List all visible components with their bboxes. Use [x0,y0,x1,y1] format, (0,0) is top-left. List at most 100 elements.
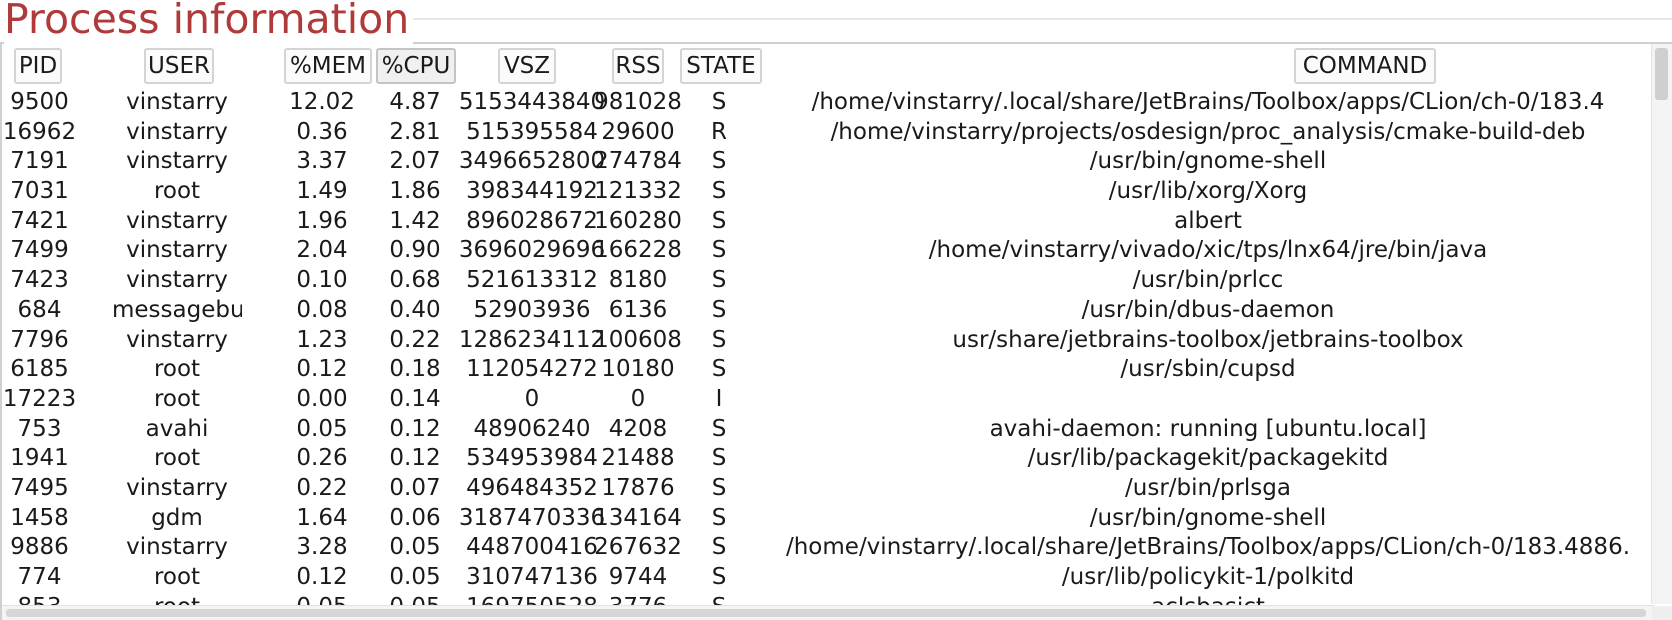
table-row[interactable]: 7495 vinstarry 0.22 0.07 496484352 17876 S/usr… [2,474,1654,504]
cell-mem: 0.05 [296,415,348,442]
cell-user: root [153,356,201,383]
cell-vsz: 496484352 [466,474,598,501]
group-box-title: Process information [4,0,414,44]
scrollbar-corner [1652,606,1672,620]
cell-pid: 7191 [10,148,69,175]
process-table[interactable]: PID USER %MEM %CPU VSZ RSS STATE COMMAND… [0,42,1672,620]
cell-rss: 166228 [594,237,682,264]
cell-cpu: 0.90 [389,237,441,264]
cell-cpu: 0.06 [389,504,441,531]
cell-state: S [711,207,727,234]
cell-rss: 134164 [594,504,682,531]
table-row[interactable]: 9500 vinstarry 12.02 4.87 5153443840 981028 S /… [2,88,1654,118]
cell-mem: 1.49 [296,178,348,205]
column-header-command[interactable]: COMMAND [1294,48,1436,84]
cell-state: I [715,385,723,412]
cell-command: usr/share/jetbrains-toolbox/jetbrains-to… [952,326,1464,353]
table-row[interactable]: 1458 gdm 1.64 0.06 3187470336 134164 S/usr/bin… [2,504,1654,534]
cell-cpu: 0.40 [389,296,441,323]
table-header: PID USER %MEM %CPU VSZ RSS STATE COMMAND [2,44,1654,88]
cell-command: /home/vinstarry/.local/share/JetBrains/T… [785,534,1631,561]
table-row[interactable]: 7423 vinstarry 0.10 0.68 521613312 8180 S/usr/… [2,266,1654,296]
table-row[interactable]: 1941 root 0.26 0.12 534953984 21488 S/usr/lib/… [2,444,1654,474]
cell-cpu: 2.07 [389,148,441,175]
cell-mem: 1.64 [296,504,348,531]
cell-state: S [711,178,727,205]
table-row[interactable]: 7421 vinstarry 1.96 1.42 896028672 160280 Salb… [2,207,1654,237]
table-row[interactable]: 9886 vinstarry 3.28 0.05 448700416 267632 S/ho… [2,533,1654,563]
table-row[interactable]: 17223 root 0.00 0.14 0 0 I [2,385,1654,415]
cell-vsz: 896028672 [466,207,598,234]
column-header-pid[interactable]: PID [14,48,62,84]
cell-rss: 981028 [594,89,682,115]
table-row[interactable]: 7499 vinstarry 2.04 0.90 3696029696 166228 S/h… [2,236,1654,266]
table-row[interactable]: 6185 root 0.12 0.18 112054272 10180 S/usr/sbin… [2,355,1654,385]
cell-command: /usr/lib/policykit-1/polkitd [1061,564,1355,590]
cell-mem: 0.08 [296,296,348,323]
cell-rss: 4208 [608,415,668,442]
vertical-scrollbar[interactable] [1651,44,1672,604]
cell-rss: 8180 [608,267,668,294]
cell-command: avahi-daemon: running [ubuntu.local] [989,415,1427,442]
vertical-scrollbar-thumb[interactable] [1655,48,1668,100]
cell-user: gdm [151,504,203,531]
cell-mem: 0.36 [296,118,348,145]
cell-user: root [153,564,201,590]
cell-pid: 753 [17,415,62,442]
cell-command: /usr/lib/xorg/Xorg [1108,178,1308,205]
cell-pid: 9500 [10,89,69,115]
table-row[interactable]: 7796 vinstarry 1.23 0.22 1286234112 100608 Sus… [2,326,1654,356]
cell-mem: 0.00 [296,385,348,412]
cell-user: vinstarry [126,207,228,234]
cell-cpu: 0.05 [389,534,441,561]
column-header-state[interactable]: STATE [680,48,762,84]
column-header-cpu[interactable]: %CPU [376,48,456,84]
cell-state: S [711,534,727,561]
horizontal-scrollbar-thumb[interactable] [6,609,1646,617]
table-row[interactable]: 774 root 0.12 0.05 310747136 9744 S/usr/lib/po… [2,563,1654,593]
cell-user: vinstarry [126,89,228,115]
cell-mem: 0.12 [296,564,348,590]
cell-cpu: 0.22 [389,326,441,353]
cell-mem: 1.23 [296,326,348,353]
column-header-mem[interactable]: %MEM [284,48,372,84]
cell-mem: 0.22 [296,474,348,501]
cell-vsz: 3696029696 [458,237,606,264]
cell-rss: 100608 [594,326,682,353]
cell-pid: 7421 [10,207,69,234]
cell-rss: 29600 [601,118,675,145]
table-row[interactable]: 753 avahi 0.05 0.12 48906240 4208 Savahi-daemo… [2,415,1654,445]
cell-state: S [711,148,727,175]
cell-pid: 17223 [2,385,77,412]
column-header-vsz[interactable]: VSZ [498,48,556,84]
cell-cpu: 0.12 [389,445,441,472]
cell-command: /usr/bin/gnome-shell [1089,504,1327,531]
cell-mem: 0.12 [296,356,348,383]
cell-command: /usr/bin/prlcc [1132,267,1284,294]
cell-vsz: 521613312 [466,267,598,294]
cell-rss: 160280 [594,207,682,234]
horizontal-scrollbar[interactable] [2,605,1654,620]
cell-user: vinstarry [126,474,228,501]
table-row[interactable]: 7191 vinstarry 3.37 2.07 3496652800 274784 S/u… [2,147,1654,177]
cell-user: vinstarry [126,267,228,294]
cell-user: vinstarry [126,118,228,145]
cell-vsz: 0 [524,385,540,412]
table-row[interactable]: 7031 root 1.49 1.86 398344192 121332 S/usr/lib… [2,177,1654,207]
column-header-user[interactable]: USER [144,48,214,84]
cell-vsz: 515395584 [466,118,598,145]
cell-rss: 10180 [601,356,675,383]
table-row[interactable]: 16962 vinstarry 0.36 2.81 515395584 29600 R/ho… [2,118,1654,148]
cell-user: messagebus [112,296,242,323]
cell-pid: 1941 [10,445,69,472]
cell-rss: 6136 [608,296,668,323]
cell-state: S [711,564,727,590]
column-header-rss[interactable]: RSS [612,48,664,84]
cell-rss: 0 [630,385,646,412]
cell-vsz: 534953984 [466,445,598,472]
table-row[interactable]: 684 messagebus 0.08 0.40 52903936 6136 S/usr/b… [2,296,1654,326]
cell-command: /usr/bin/prlsga [1125,474,1291,501]
cell-state: S [711,89,727,115]
cell-pid: 684 [17,296,62,323]
cell-command: /home/vinstarry/projects/osdesign/proc_a… [830,118,1586,145]
